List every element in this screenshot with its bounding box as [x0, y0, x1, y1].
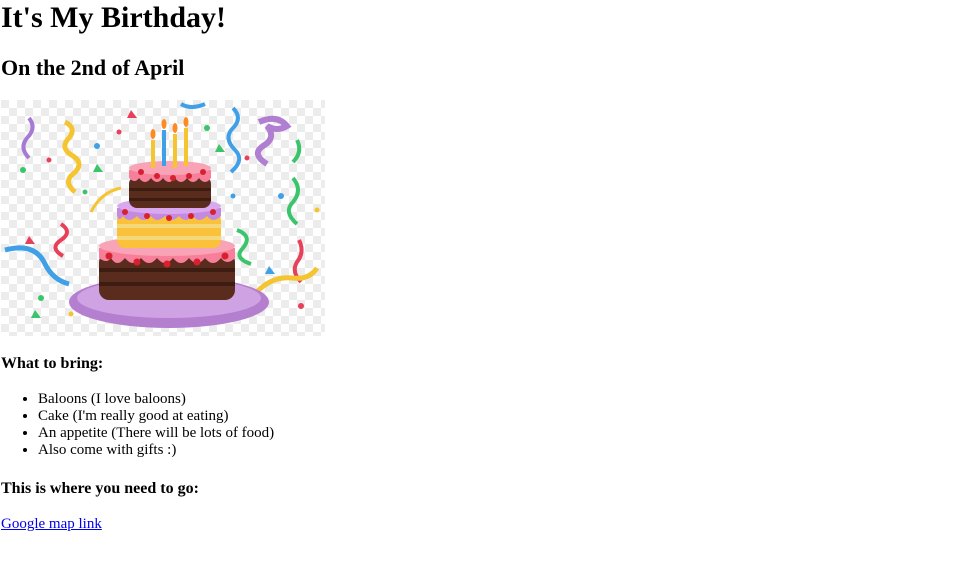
bring-list: Baloons (I love baloons) Cake (I'm reall… — [0, 391, 274, 459]
what-to-bring-heading: What to bring: — [1, 355, 104, 372]
list-item: Baloons (I love baloons) — [38, 391, 274, 408]
page-subtitle-date: On the 2nd of April — [1, 55, 185, 80]
list-item: Also come with gifts :) — [38, 442, 274, 459]
birthday-cake-image — [1, 100, 325, 336]
list-item: An appetite (There will be lots of food) — [38, 425, 274, 442]
page: It's My Birthday! On the 2nd of April Wh… — [0, 0, 960, 563]
directions-heading: This is where you need to go: — [1, 480, 199, 497]
birthday-cake-icon — [1, 100, 325, 336]
list-item: Cake (I'm really good at eating) — [38, 408, 274, 425]
page-title: It's My Birthday! — [1, 1, 226, 34]
google-map-link[interactable]: Google map link — [1, 514, 102, 534]
